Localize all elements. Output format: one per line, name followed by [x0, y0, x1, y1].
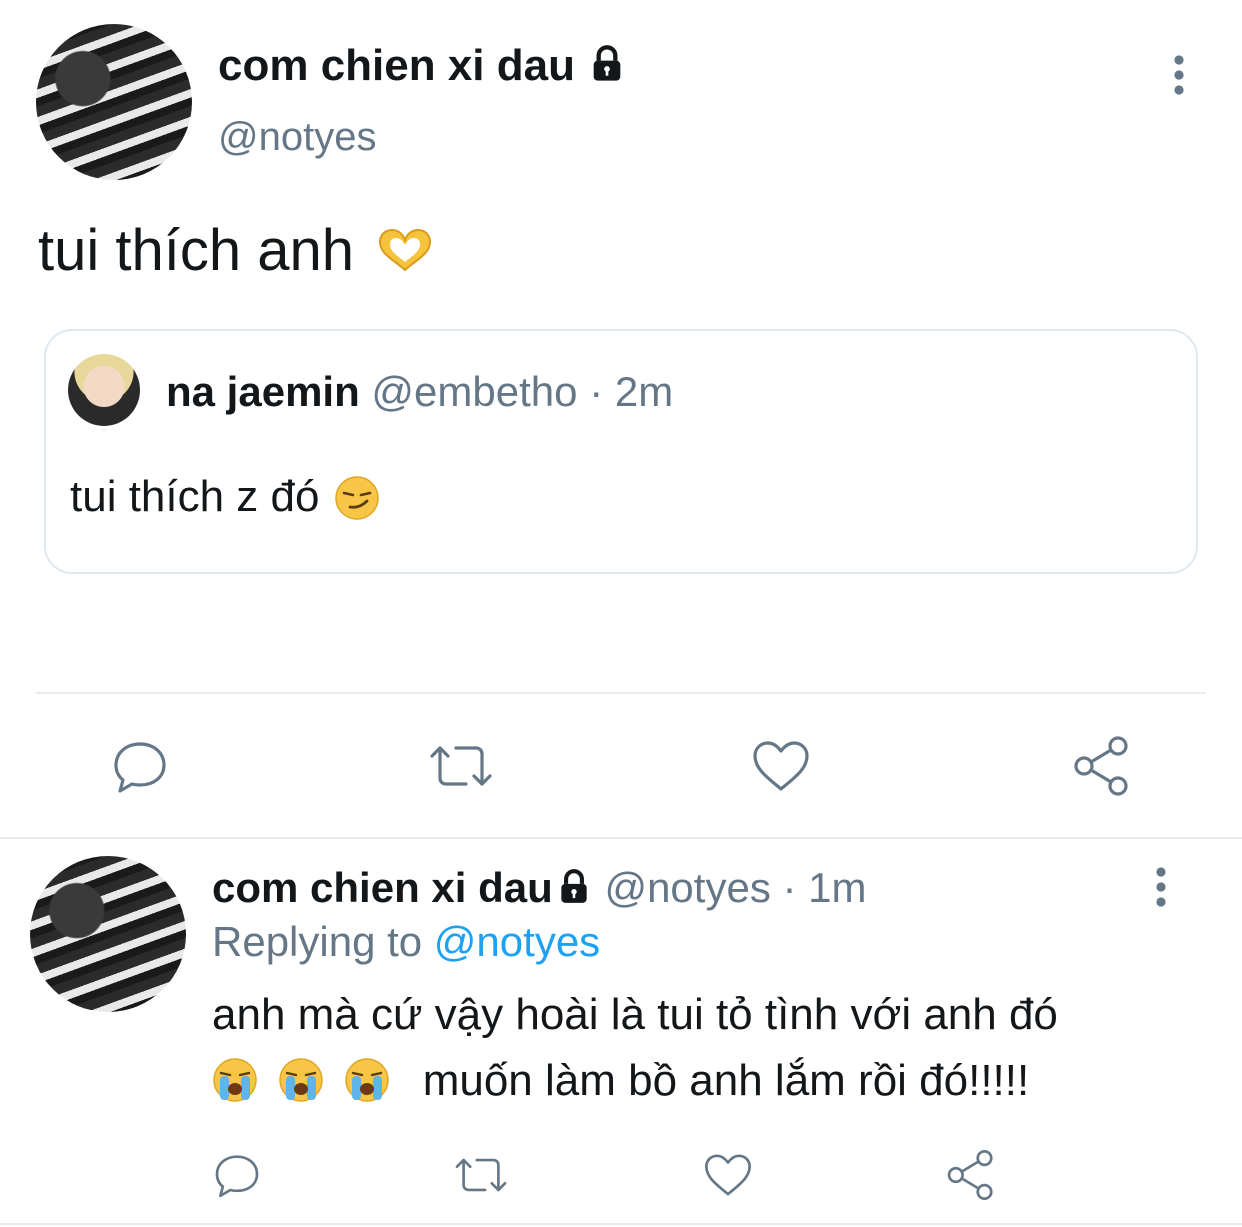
reply-icon: [114, 742, 166, 793]
like-icon: [704, 1154, 751, 1196]
reply-author-handle[interactable]: @notyes: [604, 864, 770, 911]
loudly-crying-face-emoji: [345, 1058, 390, 1102]
tweet-text-content: tui thích anh: [38, 218, 354, 283]
retweet-icon: [430, 746, 492, 786]
quoted-author-name[interactable]: na jaemin: [166, 368, 360, 415]
like-button[interactable]: [702, 1150, 754, 1205]
reply-author-name[interactable]: com chien xi dau: [212, 864, 553, 911]
like-icon: [753, 741, 809, 791]
reply-button[interactable]: [110, 736, 170, 801]
divider: [36, 692, 1206, 694]
quoted-avatar[interactable]: [68, 354, 140, 426]
reply-header: com chien xi dau @notyes · 1m: [212, 862, 867, 914]
quoted-author-handle[interactable]: @embetho: [371, 368, 577, 415]
loudly-crying-face-emoji: [279, 1058, 323, 1102]
quoted-text: tui thích z đó: [70, 470, 380, 524]
reply-time[interactable]: 1m: [808, 864, 866, 911]
replying-to-label: Replying to: [212, 918, 423, 965]
reply-button[interactable]: [212, 1150, 262, 1205]
retweet-icon: [455, 1158, 507, 1192]
share-button[interactable]: [944, 1148, 998, 1207]
share-icon: [947, 1150, 993, 1200]
author-handle[interactable]: @notyes: [218, 112, 376, 162]
share-icon: [1074, 736, 1128, 796]
more-icon[interactable]: [1146, 866, 1176, 908]
avatar[interactable]: [36, 24, 192, 180]
reply-icon: [215, 1155, 259, 1198]
author-name-text: com chien xi dau: [218, 41, 575, 90]
divider: [0, 1223, 1242, 1225]
reply-text-line2-content: muốn làm bồ anh lắm rồi đó!!!!!: [422, 1056, 1030, 1105]
replying-to: Replying to @notyes: [212, 916, 600, 968]
lock-icon: [593, 45, 621, 81]
more-icon[interactable]: [1164, 54, 1194, 96]
author-name[interactable]: com chien xi dau: [218, 40, 627, 92]
lock-icon: [561, 869, 587, 903]
divider: [0, 837, 1242, 839]
heart-hands-emoji: [379, 228, 432, 272]
tweet-text: tui thích anh: [38, 218, 436, 284]
replying-to-handle[interactable]: @notyes: [434, 918, 600, 965]
like-button[interactable]: [750, 736, 812, 801]
reply-text-line1: anh mà cứ vậy hoài là tui tỏ tình với an…: [212, 990, 1058, 1039]
share-button[interactable]: [1070, 734, 1134, 803]
retweet-button[interactable]: [452, 1150, 510, 1205]
reply-separator: ·: [782, 864, 797, 911]
smirking-face-emoji: [334, 476, 379, 520]
reply-text-line2: muốn làm bồ anh lắm rồi đó!!!!!: [212, 1054, 1029, 1108]
quoted-header: na jaemin @embetho · 2m: [166, 366, 673, 418]
retweet-button[interactable]: [426, 736, 496, 801]
quoted-time[interactable]: 2m: [615, 368, 673, 415]
quoted-text-content: tui thích z đó: [70, 472, 320, 521]
reply-avatar[interactable]: [30, 856, 186, 1012]
loudly-crying-face-emoji: [213, 1058, 257, 1102]
quoted-separator: ·: [589, 368, 604, 415]
